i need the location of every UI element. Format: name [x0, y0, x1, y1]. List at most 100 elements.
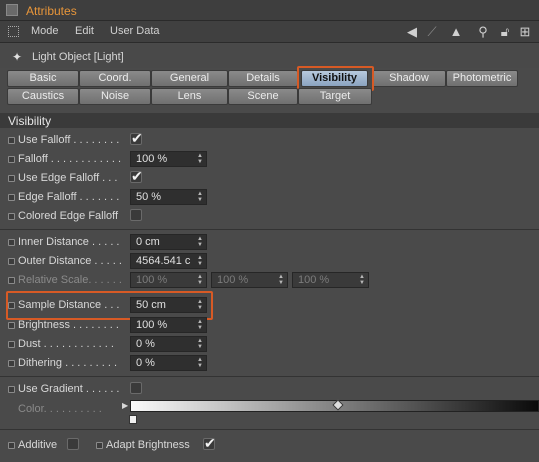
- light-icon: ✦: [12, 50, 23, 64]
- use-falloff-label: Use Falloff . . . . . . . .: [18, 134, 120, 146]
- tab-shadow[interactable]: Shadow: [372, 70, 446, 87]
- back-arrow-icon[interactable]: ◀: [404, 24, 420, 40]
- dithering-value: 0 %: [136, 357, 155, 369]
- brightness-field[interactable]: 100 % ▲ ▼: [130, 317, 207, 333]
- dithering-field[interactable]: 0 % ▲ ▼: [130, 355, 207, 371]
- use-gradient-label: Use Gradient . . . . . .: [18, 383, 120, 395]
- outer-distance-label: Outer Distance . . . . .: [18, 255, 122, 267]
- stepper-icon[interactable]: ▲ ▼: [197, 356, 203, 369]
- keyframe-dot[interactable]: [8, 341, 15, 348]
- keyframe-dot[interactable]: [8, 277, 15, 284]
- row-colored-edge-falloff: Colored Edge Falloff: [0, 207, 539, 226]
- row-use-falloff: Use Falloff . . . . . . . . ✔: [0, 130, 539, 150]
- stepper-icon[interactable]: ▲ ▼: [278, 273, 284, 286]
- colored-edge-falloff-checkbox[interactable]: [130, 209, 142, 221]
- row-outer-distance: Outer Distance . . . . . 4564.541 c ▲ ▼: [0, 252, 539, 271]
- tab-target[interactable]: Target: [298, 88, 372, 105]
- brightness-value: 100 %: [136, 319, 168, 331]
- relative-scale-x-value: 100 %: [136, 274, 168, 286]
- relative-scale-y-value: 100 %: [217, 274, 249, 286]
- row-edge-falloff: Edge Falloff . . . . . . . 50 % ▲ ▼: [0, 188, 539, 207]
- grip-icon[interactable]: [6, 4, 18, 16]
- gradient-knot-handle[interactable]: [129, 415, 137, 424]
- stepper-icon[interactable]: ▲ ▼: [197, 235, 203, 248]
- search-icon[interactable]: ⚲: [475, 24, 491, 40]
- new-panel-icon[interactable]: ⊞: [517, 24, 533, 40]
- adapt-brightness-checkbox[interactable]: ✔: [203, 435, 216, 451]
- section-header: Visibility: [0, 113, 539, 128]
- lock-icon[interactable]: 🔓︎: [497, 24, 513, 40]
- pointer-icon[interactable]: ▲: [448, 24, 464, 40]
- tab-caustics[interactable]: Caustics: [7, 88, 79, 105]
- inner-distance-label: Inner Distance . . . . .: [18, 236, 120, 248]
- expand-arrow-icon[interactable]: ▶: [122, 401, 128, 410]
- row-use-edge-falloff: Use Edge Falloff . . . ✔: [0, 168, 539, 188]
- row-additive-adapt: Additive Adapt Brightness ✔: [0, 435, 539, 455]
- relative-scale-y-field[interactable]: 100 % ▲ ▼: [211, 272, 288, 288]
- tab-details[interactable]: Details: [228, 70, 298, 87]
- falloff-field[interactable]: 100 % ▲ ▼: [130, 151, 207, 167]
- row-dithering: Dithering . . . . . . . . . 0 % ▲ ▼: [0, 354, 539, 373]
- keyframe-dot[interactable]: [8, 386, 15, 393]
- edge-falloff-value: 50 %: [136, 191, 162, 203]
- edge-falloff-field[interactable]: 50 % ▲ ▼: [130, 189, 207, 205]
- additive-checkbox[interactable]: [67, 438, 79, 450]
- keyframe-dot[interactable]: [8, 258, 15, 265]
- keyframe-dot[interactable]: [8, 175, 15, 182]
- keyframe-dot[interactable]: [8, 442, 15, 449]
- section-title: Visibility: [8, 114, 52, 128]
- dust-field[interactable]: 0 % ▲ ▼: [130, 336, 207, 352]
- relative-scale-z-field[interactable]: 100 % ▲ ▼: [292, 272, 369, 288]
- row-inner-distance: Inner Distance . . . . . 0 cm ▲ ▼: [0, 233, 539, 252]
- tab-coord[interactable]: Coord.: [79, 70, 151, 87]
- inner-distance-field[interactable]: 0 cm ▲ ▼: [130, 234, 207, 250]
- keyframe-dot[interactable]: [8, 213, 15, 220]
- forward-arrow-icon[interactable]: ⟋: [424, 24, 440, 40]
- stepper-icon[interactable]: ▲ ▼: [197, 190, 203, 203]
- stepper-icon[interactable]: ▲ ▼: [359, 273, 365, 286]
- relative-scale-label: Relative Scale. . . . . .: [18, 274, 122, 286]
- color-label: Color. . . . . . . . . .: [18, 403, 102, 415]
- checkmark-icon: ✔: [131, 130, 143, 146]
- outer-distance-field[interactable]: 4564.541 c ▲ ▼: [130, 253, 207, 269]
- stepper-icon[interactable]: ▲ ▼: [197, 152, 203, 165]
- menu-mode[interactable]: Mode: [31, 25, 59, 37]
- divider: [0, 229, 539, 230]
- use-gradient-checkbox[interactable]: [130, 382, 142, 394]
- adapt-brightness-label: Adapt Brightness: [106, 439, 190, 451]
- menu-edit[interactable]: Edit: [75, 25, 94, 37]
- stepper-icon[interactable]: ▲ ▼: [197, 254, 203, 267]
- checkmark-icon: ✔: [204, 435, 216, 451]
- tab-noise[interactable]: Noise: [79, 88, 151, 105]
- tab-scene[interactable]: Scene: [228, 88, 298, 105]
- row-relative-scale: Relative Scale. . . . . . 100 % ▲ ▼ 100 % ▲…: [0, 271, 539, 290]
- grid-menu-icon[interactable]: [8, 26, 19, 37]
- tab-photometric[interactable]: Photometric: [446, 70, 518, 87]
- keyframe-dot[interactable]: [8, 360, 15, 367]
- keyframe-dot[interactable]: [8, 156, 15, 163]
- menu-user-data[interactable]: User Data: [110, 25, 160, 37]
- relative-scale-x-field[interactable]: 100 % ▲ ▼: [130, 272, 207, 288]
- keyframe-dot[interactable]: [8, 322, 15, 329]
- menu-bar: Mode Edit User Data ◀ ⟋ ▲ ⚲ 🔓︎ ⊞: [0, 21, 539, 43]
- stepper-icon[interactable]: ▲ ▼: [197, 318, 203, 331]
- colored-edge-falloff-label: Colored Edge Falloff: [18, 210, 119, 222]
- use-edge-falloff-label: Use Edge Falloff . . .: [18, 172, 118, 184]
- keyframe-dot[interactable]: [96, 442, 103, 449]
- keyframe-dot[interactable]: [8, 137, 15, 144]
- falloff-label: Falloff . . . . . . . . . . . .: [18, 153, 122, 165]
- dust-label: Dust . . . . . . . . . . . .: [18, 338, 114, 350]
- stepper-icon[interactable]: ▲ ▼: [197, 273, 203, 286]
- divider: [0, 376, 539, 377]
- tab-basic[interactable]: Basic: [7, 70, 79, 87]
- stepper-icon[interactable]: ▲ ▼: [197, 337, 203, 350]
- use-falloff-checkbox[interactable]: ✔: [130, 130, 143, 146]
- relative-scale-z-value: 100 %: [298, 274, 330, 286]
- dithering-label: Dithering . . . . . . . . .: [18, 357, 118, 369]
- keyframe-dot[interactable]: [8, 239, 15, 246]
- tab-lens[interactable]: Lens: [151, 88, 228, 105]
- window-title: Attributes: [26, 4, 77, 18]
- use-edge-falloff-checkbox[interactable]: ✔: [130, 168, 143, 184]
- tab-general[interactable]: General: [151, 70, 228, 87]
- keyframe-dot[interactable]: [8, 194, 15, 201]
